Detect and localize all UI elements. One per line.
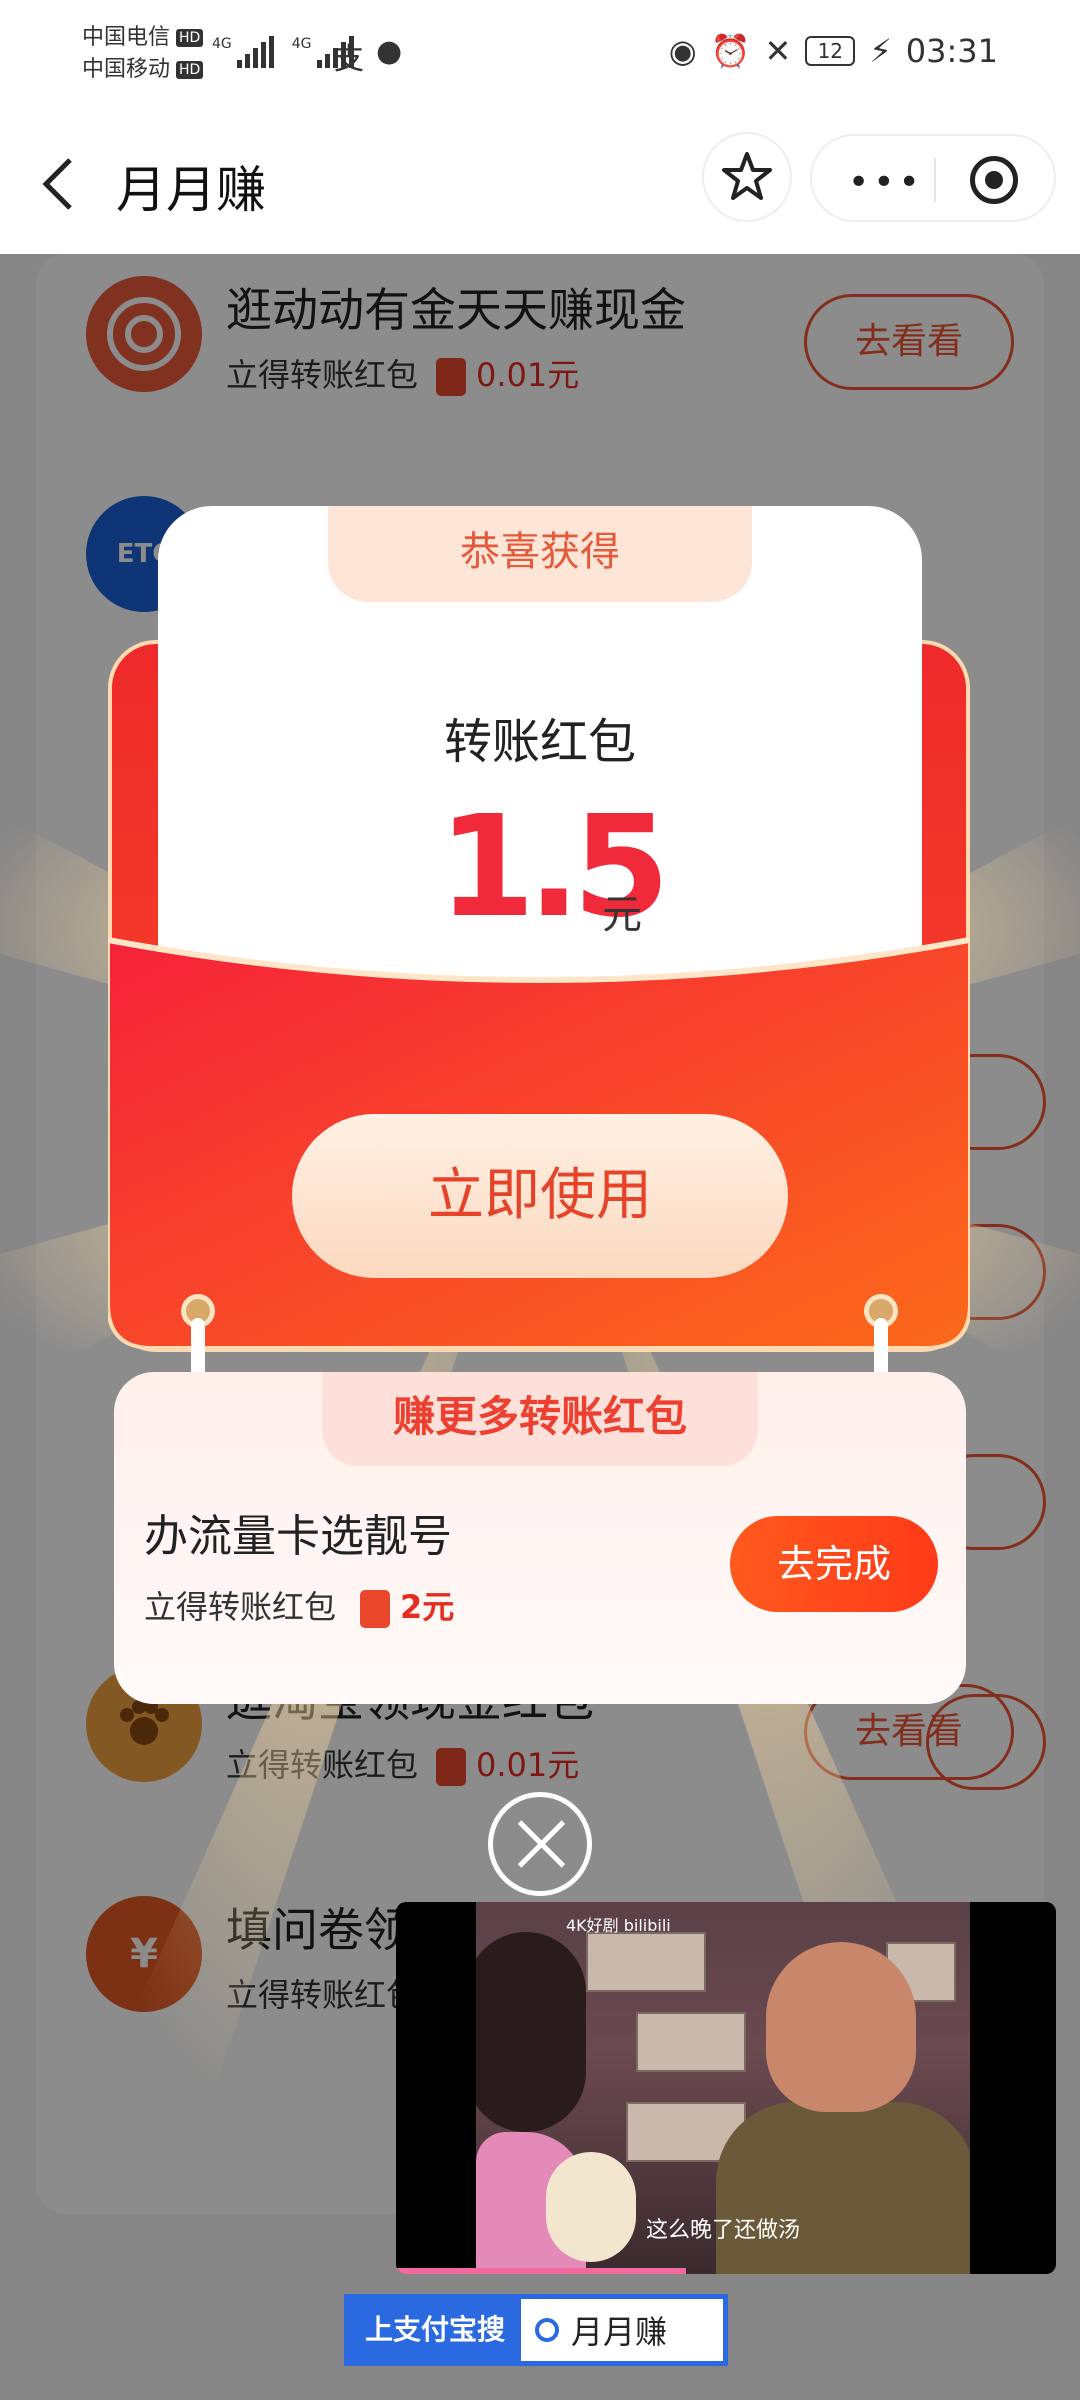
video-frame: 4K好剧 bilibili 这么晚了还做汤 [476,1902,970,2274]
video-logo: 4K好剧 bilibili [566,1916,671,1935]
back-icon[interactable] [38,156,78,212]
alipay-icon: 支 [334,42,364,77]
search-icon [535,2318,559,2342]
clock: 03:31 [905,32,998,70]
star-icon [722,152,772,200]
shelf-box [586,1932,706,1992]
charging-icon: ⚡ [869,32,892,70]
nav-bar: 月月赚 ••• [0,110,1080,254]
search-input[interactable]: 月月赚 [521,2299,667,2361]
figure-robe [716,2102,970,2274]
search-label: 上支付宝搜 [349,2299,521,2361]
offer-title: 办流量卡选靓号 [144,1511,452,1562]
status-bar: 中国电信 HD 中国移动 HD 4G 4G 支 ● ◉ ⏰ ✕ 12 ⚡ 03:31 [0,0,1080,110]
status-right: ◉ ⏰ ✕ 12 ⚡ 03:31 [669,32,998,70]
carriers: 中国电信 HD 中国移动 HD [82,22,204,86]
mini-program-capsule: ••• [810,134,1056,222]
offer-reward: 立得转账红包 2元 [144,1588,455,1628]
go-complete-button[interactable]: 去完成 [730,1516,938,1612]
video-subtitle: 这么晚了还做汤 [645,2218,800,2243]
floating-video-player[interactable]: 4K好剧 bilibili 这么晚了还做汤 [396,1902,1056,2274]
alarm-icon: ⏰ [710,32,751,70]
prize-name: 转账红包 [443,714,636,770]
figure-hair [476,1932,586,2132]
notification-icons: 支 ● [334,34,402,78]
more-rewards-ribbon: 赚更多转账红包 [322,1372,758,1466]
capsule-divider [934,158,936,202]
more-rewards-card: 赚更多转账红包 办流量卡选靓号 立得转账红包 2元 去完成 [114,1372,966,1704]
use-now-button[interactable]: 立即使用 [292,1114,788,1278]
eye-icon: ◉ [668,32,697,70]
shelf-box [636,2012,746,2072]
page-title: 月月赚 [116,161,266,219]
mute-icon: ✕ [764,32,792,70]
exit-icon[interactable] [970,156,1018,204]
congrats-ribbon: 恭喜获得 [328,506,752,602]
red-envelope-icon [360,1590,391,1628]
signal-icon: 4G [212,36,274,68]
lantern [546,2152,636,2262]
more-icon[interactable]: ••• [848,162,924,203]
favorite-button[interactable] [702,132,792,222]
battery-icon: 12 [805,36,856,66]
alipay-search-bar[interactable]: 上支付宝搜 月月赚 [344,2294,728,2366]
chat-icon: ● [376,34,403,69]
signal-icons: 4G 4G [212,36,354,68]
figure-head [766,1942,916,2112]
video-progress[interactable] [396,2268,687,2274]
close-icon[interactable] [488,1792,592,1896]
